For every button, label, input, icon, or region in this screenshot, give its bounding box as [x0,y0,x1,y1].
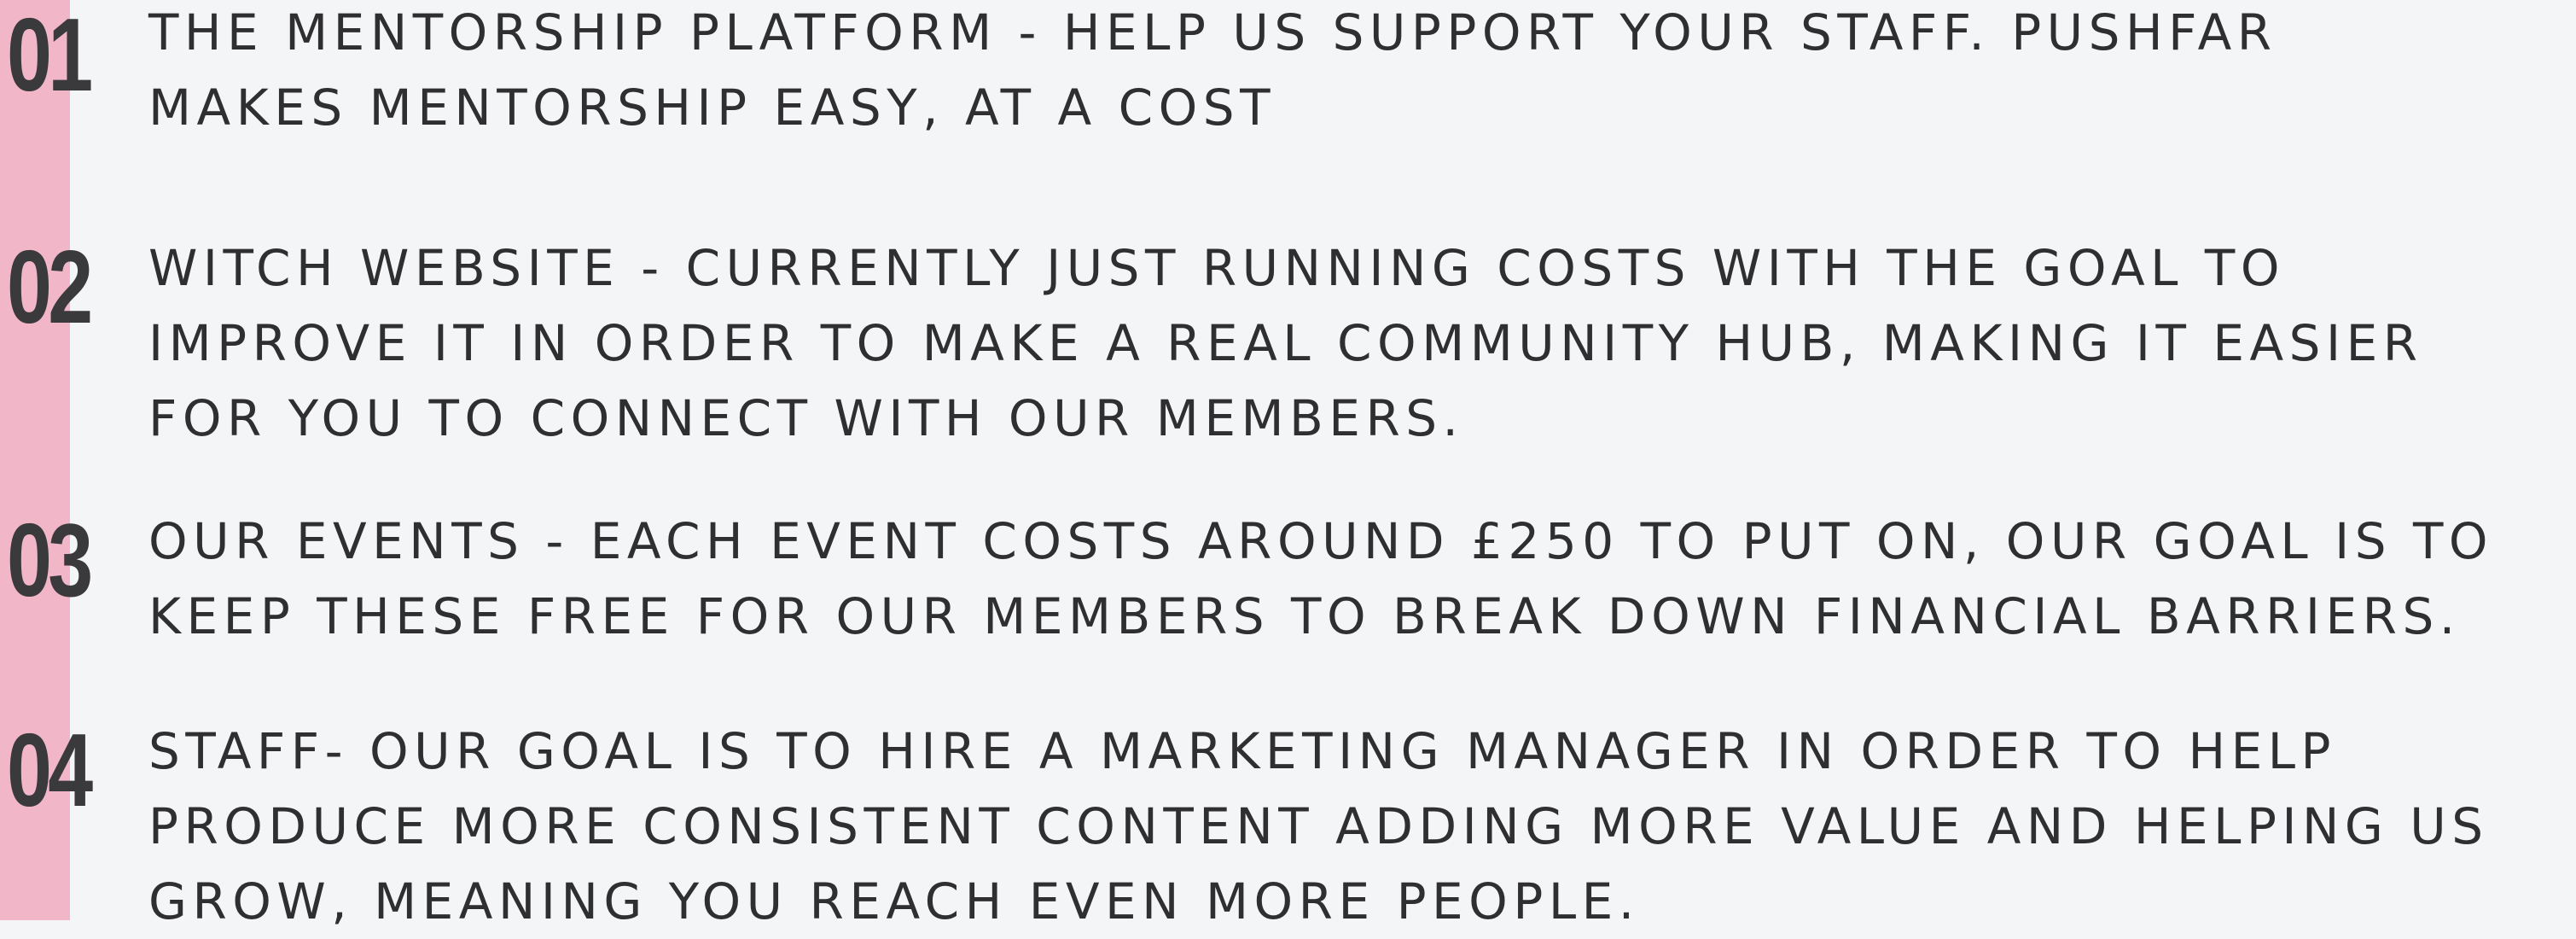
item-text: THE MENTORSHIP PLATFORM - HELP US SUPPOR… [148,3,2277,137]
item-number: 03 [7,502,93,618]
item-text: STAFF- OUR GOAL IS TO HIRE A MARKETING M… [148,722,2489,930]
item-text: WITCH WEBSITE - CURRENTLY JUST RUNNING C… [148,239,2423,447]
item-number: 04 [7,712,93,828]
item-text: OUR EVENTS - EACH EVENT COSTS AROUND £25… [148,512,2494,645]
item-number: 02 [7,229,93,345]
item-number: 01 [7,0,93,113]
